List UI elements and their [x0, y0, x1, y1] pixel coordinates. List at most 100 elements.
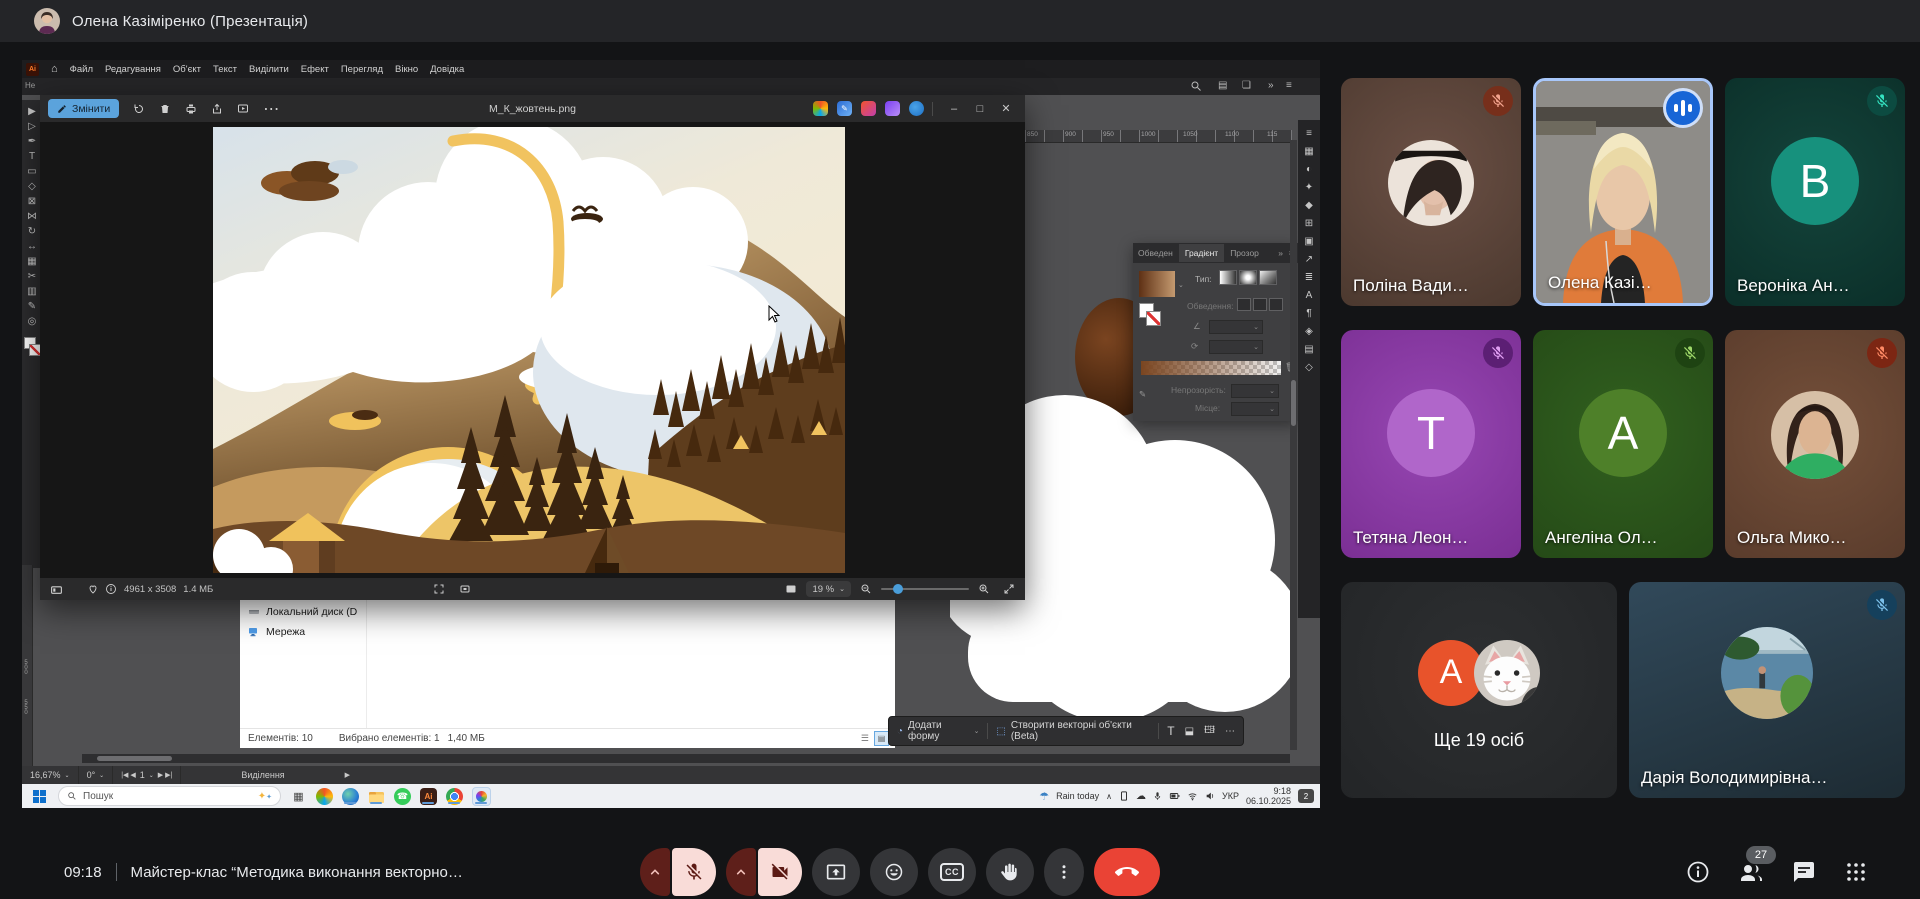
- participant-tile-overflow[interactable]: A Ще 19 осіб: [1341, 582, 1617, 798]
- clipchamp-icon[interactable]: [861, 101, 876, 116]
- rotation-control[interactable]: 0°⌄: [79, 766, 114, 784]
- zoom-slider[interactable]: [881, 588, 969, 590]
- gradient-swatch[interactable]: [1139, 271, 1175, 297]
- illustrator-taskbar-icon[interactable]: Ai: [420, 788, 437, 805]
- copilot-icon[interactable]: [813, 101, 828, 116]
- participant-tile-veronika[interactable]: B Вероніка Ан…: [1725, 78, 1905, 306]
- close-button[interactable]: ✕: [993, 102, 1019, 115]
- list-view-icon[interactable]: ☰: [861, 733, 869, 744]
- home-icon[interactable]: ⌂: [51, 63, 58, 75]
- tool-mesh-icon[interactable]: ▦: [27, 256, 36, 267]
- tab-transparency[interactable]: Прозор: [1230, 248, 1259, 258]
- leave-call-button[interactable]: [1094, 848, 1160, 896]
- participant-tile-dariia[interactable]: Дарія Володимирівна…: [1629, 582, 1905, 798]
- reactions-button[interactable]: [870, 848, 918, 896]
- print-icon[interactable]: [185, 103, 197, 115]
- edit-button[interactable]: Змінити: [48, 99, 119, 118]
- menu-window[interactable]: Вікно: [395, 64, 418, 75]
- explorer-nav-network[interactable]: Мережа: [248, 626, 305, 638]
- participant-tile-anhelina[interactable]: A Ангеліна Ол…: [1533, 330, 1713, 558]
- dock-brushes-icon[interactable]: ▤: [1304, 344, 1313, 355]
- whatsapp-icon[interactable]: ☎: [394, 788, 411, 805]
- file-explorer-icon[interactable]: [368, 788, 385, 805]
- tool-zoom-icon[interactable]: ◎: [28, 316, 37, 327]
- dock-artboards-icon[interactable]: ⊞: [1305, 218, 1313, 229]
- menu-select[interactable]: Виділити: [249, 64, 289, 75]
- image-tool-button[interactable]: 🖽: [1204, 723, 1215, 740]
- chat-button[interactable]: [1792, 860, 1816, 884]
- tool-direct-selection-icon[interactable]: ▷: [28, 121, 36, 132]
- slideshow-icon[interactable]: [237, 103, 249, 115]
- menu-file[interactable]: Файл: [70, 64, 93, 75]
- add-shape-button[interactable]: Додати форму: [908, 720, 971, 742]
- fill-stroke-swatches[interactable]: [24, 337, 40, 357]
- task-view-icon[interactable]: ▦: [290, 788, 307, 805]
- camera-options-chevron[interactable]: [726, 848, 756, 896]
- more-options-button[interactable]: [1044, 848, 1084, 896]
- present-button[interactable]: [812, 848, 860, 896]
- participant-tile-tetiana[interactable]: T Тетяна Леон…: [1341, 330, 1521, 558]
- radial-gradient-type-button[interactable]: [1239, 270, 1257, 285]
- photos-app-icon[interactable]: [472, 787, 491, 806]
- tab-stroke[interactable]: Обведен: [1138, 248, 1173, 258]
- create-vector-button[interactable]: Створити векторні об'єкти (Beta): [1011, 720, 1151, 742]
- rotate-icon[interactable]: [133, 103, 145, 115]
- start-button[interactable]: [31, 788, 48, 805]
- status-expand-icon[interactable]: ▶: [345, 771, 350, 779]
- aspect-ratio-select[interactable]: ⌄: [1209, 340, 1263, 354]
- gradient-panel[interactable]: Обведен Градієнт Прозор » ≡ ⌄ Тип: Обвед…: [1133, 243, 1298, 421]
- menu-object[interactable]: Об'єкт: [173, 64, 201, 75]
- text-tool-button[interactable]: T: [1167, 724, 1174, 738]
- stroke-option-button[interactable]: [1237, 298, 1251, 311]
- tool-blend-icon[interactable]: ⋈: [27, 211, 37, 222]
- share-icon[interactable]: [211, 103, 223, 115]
- mic-tray-icon[interactable]: [1153, 791, 1162, 801]
- angle-select[interactable]: ⌄: [1209, 320, 1263, 334]
- taskbar-search[interactable]: Пошук ✦✦: [58, 786, 281, 806]
- horizontal-scrollbar-thumb[interactable]: [97, 756, 172, 761]
- opacity-select[interactable]: ⌄: [1231, 384, 1279, 398]
- chevron-down-icon[interactable]: ⌄: [1178, 281, 1184, 289]
- onedrive-icon[interactable]: [909, 101, 924, 116]
- zoom-level-control[interactable]: 16,67%⌄: [22, 766, 79, 784]
- explorer-nav-drive[interactable]: Локальний диск (D: [248, 606, 357, 618]
- stroke-option-button[interactable]: [1253, 298, 1267, 311]
- maximize-button[interactable]: □: [967, 103, 993, 115]
- dock-gradient-icon[interactable]: ▦: [1304, 146, 1313, 157]
- workspace-switcher-icon[interactable]: »: [1268, 80, 1274, 91]
- weather-text[interactable]: Rain today: [1056, 791, 1099, 801]
- linear-gradient-type-button[interactable]: [1219, 270, 1237, 285]
- mic-mute-button[interactable]: [672, 848, 716, 896]
- tab-gradient[interactable]: Градієнт: [1179, 244, 1224, 262]
- dock-export-icon[interactable]: ↗: [1305, 254, 1313, 265]
- dock-layers-icon[interactable]: ▣: [1304, 236, 1313, 247]
- stroke-swatch[interactable]: [1146, 311, 1161, 326]
- minimize-button[interactable]: –: [941, 103, 967, 115]
- dock-align-icon[interactable]: ≣: [1305, 272, 1313, 283]
- chrome-icon[interactable]: [446, 788, 463, 805]
- camera-off-button[interactable]: [758, 848, 802, 896]
- dock-stroke-icon[interactable]: ◇: [1305, 362, 1313, 373]
- dock-symbols-icon[interactable]: ◆: [1305, 200, 1313, 211]
- dock-character-icon[interactable]: A: [1306, 290, 1313, 301]
- battery-icon[interactable]: [1169, 791, 1180, 801]
- volume-icon[interactable]: [1205, 791, 1215, 801]
- document-arrange-icon[interactable]: ❏: [1242, 80, 1251, 91]
- tool-rotate-icon[interactable]: ↻: [28, 226, 36, 237]
- shared-screen-desktop[interactable]: Ai ⌂ Файл Редагування Об'єкт Текст Виділ…: [22, 60, 1320, 808]
- participant-tile-olha[interactable]: Ольга Мико…: [1725, 330, 1905, 558]
- more-icon[interactable]: ⋯: [263, 99, 279, 119]
- filmstrip-icon[interactable]: [50, 583, 63, 596]
- mic-options-chevron[interactable]: [640, 848, 670, 896]
- phone-link-icon[interactable]: [1119, 791, 1129, 801]
- ctx-more-button[interactable]: ⋯: [1225, 726, 1235, 737]
- hidden-icons-chevron[interactable]: ∧: [1106, 792, 1112, 801]
- delete-icon[interactable]: [159, 103, 171, 115]
- panel-collapse-icon[interactable]: »: [1278, 248, 1283, 258]
- document-tab-partial[interactable]: Не: [25, 81, 35, 90]
- favorite-heart-icon[interactable]: [87, 583, 99, 595]
- stroke-option-button[interactable]: [1269, 298, 1283, 311]
- tool-pencil-icon[interactable]: ✎: [28, 301, 36, 312]
- zoom-slider-thumb[interactable]: [893, 584, 903, 594]
- freeform-gradient-type-button[interactable]: [1259, 270, 1277, 285]
